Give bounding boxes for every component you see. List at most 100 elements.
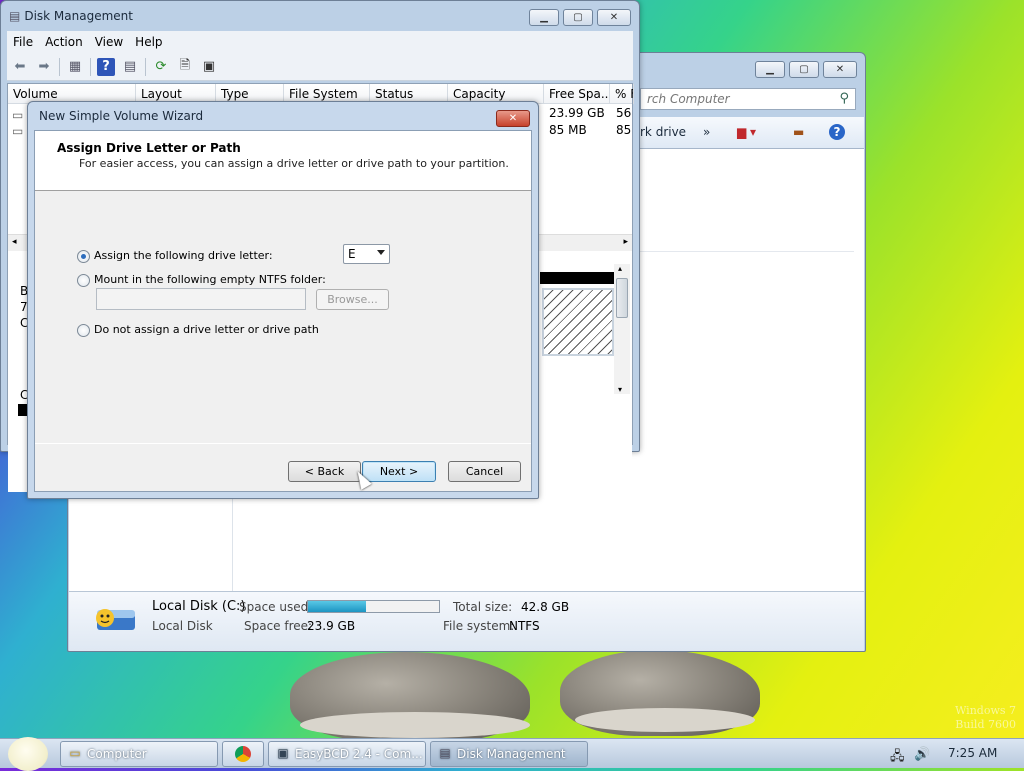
no-letter-radio[interactable] (77, 324, 90, 337)
close-button[interactable]: ✕ (496, 110, 530, 127)
close-button[interactable]: ✕ (597, 9, 631, 26)
watermark-line1: Windows 7 (955, 704, 1016, 717)
column-percent-free[interactable]: % F (610, 84, 634, 104)
forward-arrow-icon[interactable]: ➡ (35, 58, 53, 76)
space-used-bar (307, 600, 440, 613)
wallpaper-sole-right (575, 708, 755, 732)
wizard-title: New Simple Volume Wizard (39, 109, 204, 123)
space-used-fill (308, 601, 366, 612)
drive-type: Local Disk (152, 619, 213, 633)
wizard-header: Assign Drive Letter or Path For easier a… (35, 131, 531, 191)
space-used-label: Space used: (239, 600, 313, 614)
maximize-button[interactable]: ▢ (563, 9, 593, 26)
percent-free-cell: 85 (616, 123, 632, 137)
drive-name: Local Disk (C:) (152, 599, 246, 614)
space-free-value: 23.9 GB (307, 619, 356, 633)
browse-button[interactable]: Browse... (316, 289, 389, 310)
start-button[interactable] (8, 737, 48, 771)
file-system-label: File system: (443, 619, 515, 633)
scroll-down-icon[interactable]: ▾ (618, 385, 622, 394)
page-heading: Assign Drive Letter or Path (57, 141, 241, 155)
scroll-right-icon[interactable]: ▸ (623, 237, 628, 247)
menu-bar: File Action View Help (7, 31, 633, 53)
drive-letter-dropdown[interactable]: E (343, 244, 390, 264)
clock[interactable]: 7:25 AM (948, 746, 997, 760)
properties-pane-icon[interactable]: ▤ (121, 58, 139, 76)
help-icon[interactable]: ? (829, 124, 845, 140)
taskbar-item-easybcd[interactable]: ▣ EasyBCD 2.4 - Com... (268, 741, 426, 767)
taskbar-item-disk-management[interactable]: ▤ Disk Management (430, 741, 588, 767)
dropdown-arrow-icon (377, 250, 385, 255)
total-size-label: Total size: (453, 600, 513, 614)
mount-folder-radio[interactable] (77, 274, 90, 287)
back-arrow-icon[interactable]: ⬅ (11, 58, 29, 76)
menu-help[interactable]: Help (129, 35, 168, 49)
menu-view[interactable]: View (89, 35, 129, 49)
free-space-cell: 23.99 GB (549, 106, 605, 120)
preview-pane-icon[interactable]: ▬ (793, 125, 804, 139)
free-space-cell: 85 MB (549, 123, 587, 137)
space-free-label: Space free: (244, 619, 313, 633)
no-letter-label[interactable]: Do not assign a drive letter or drive pa… (94, 323, 319, 336)
new-simple-volume-wizard[interactable]: New Simple Volume Wizard ✕ Assign Drive … (27, 101, 539, 499)
menu-action[interactable]: Action (39, 35, 89, 49)
minimize-button[interactable]: ▁ (529, 9, 559, 26)
search-icon[interactable]: ⚲ (839, 91, 849, 106)
drive-letter-value: E (348, 247, 356, 261)
scroll-up-icon[interactable]: ▴ (618, 264, 622, 273)
chrome-icon (235, 746, 251, 762)
network-icon[interactable]: 🖧 (890, 747, 905, 769)
wallpaper-sole (300, 712, 530, 738)
maximize-button[interactable]: ▢ (789, 61, 819, 78)
cancel-button[interactable]: Cancel (448, 461, 521, 482)
computer-icon: ▭ (69, 746, 81, 760)
dm-caption-buttons: ▁ ▢ ✕ (529, 9, 631, 26)
wizard-body: Assign Drive Letter or Path For easier a… (34, 130, 532, 492)
taskbar: ▭ Computer ▣ EasyBCD 2.4 - Com... ▤ Disk… (0, 737, 1024, 771)
button-area-separator (35, 443, 531, 444)
rescan-disks-icon[interactable]: ▣ (200, 58, 218, 76)
mount-folder-label[interactable]: Mount in the following empty NTFS folder… (94, 273, 326, 286)
menu-file[interactable]: File (7, 35, 39, 49)
refresh-icon[interactable]: ⟳ (152, 58, 170, 76)
properties-icon[interactable]: 🗎 (176, 58, 194, 76)
close-button[interactable]: ✕ (823, 61, 857, 78)
taskbar-item-label: EasyBCD 2.4 - Com... (295, 747, 423, 761)
disk-management-icon: ▤ (439, 746, 451, 760)
easybcd-icon: ▣ (277, 746, 289, 760)
search-input[interactable]: rch Computer ⚲ (640, 88, 856, 110)
page-subheading: For easier access, you can assign a driv… (79, 157, 509, 170)
toolbar-separator (59, 57, 60, 76)
toolbar: ⬅ ➡ ▦ ? ▤ ⟳ 🗎 ▣ (7, 53, 633, 81)
show-hide-console-tree-icon[interactable]: ▦ (66, 58, 84, 76)
volume-row-icon: ▭ (12, 108, 24, 122)
taskbar-item-label: Computer (87, 747, 147, 761)
wizard-caption-buttons: ✕ (496, 110, 530, 127)
assign-letter-label[interactable]: Assign the following drive letter: (94, 249, 273, 262)
vertical-scrollbar[interactable]: ▴ ▾ (614, 264, 630, 394)
assign-letter-radio[interactable] (77, 250, 90, 263)
scroll-thumb[interactable] (616, 278, 628, 318)
search-placeholder: rch Computer (647, 92, 730, 106)
scroll-left-icon[interactable]: ◂ (12, 237, 17, 247)
column-free-space[interactable]: Free Spa... (544, 84, 610, 104)
minimize-button[interactable]: ▁ (755, 61, 785, 78)
back-button[interactable]: < Back (288, 461, 361, 482)
help-book-icon[interactable]: ? (97, 57, 115, 76)
taskbar-item-computer[interactable]: ▭ Computer (60, 741, 218, 767)
unallocated-partition[interactable] (542, 288, 614, 356)
percent-free-cell: 56 (616, 106, 632, 120)
taskbar-item-label: Disk Management (457, 747, 566, 761)
folder-path-input[interactable] (96, 288, 306, 310)
volume-icon[interactable]: 🔊 (914, 747, 930, 762)
wizard-titlebar[interactable]: New Simple Volume Wizard (28, 102, 538, 130)
toolbar-separator (90, 57, 91, 76)
more-commands-button[interactable]: » (703, 125, 710, 139)
views-icon[interactable]: ▆ ▾ (737, 125, 756, 139)
file-system-value: NTFS (509, 619, 540, 633)
watermark-line2: Build 7600 (955, 718, 1016, 731)
explorer-caption-buttons: ▁ ▢ ✕ (755, 61, 857, 78)
map-network-drive-button[interactable]: rk drive (640, 125, 686, 139)
next-button[interactable]: Next > (362, 461, 436, 482)
taskbar-item-chrome[interactable] (222, 741, 264, 767)
